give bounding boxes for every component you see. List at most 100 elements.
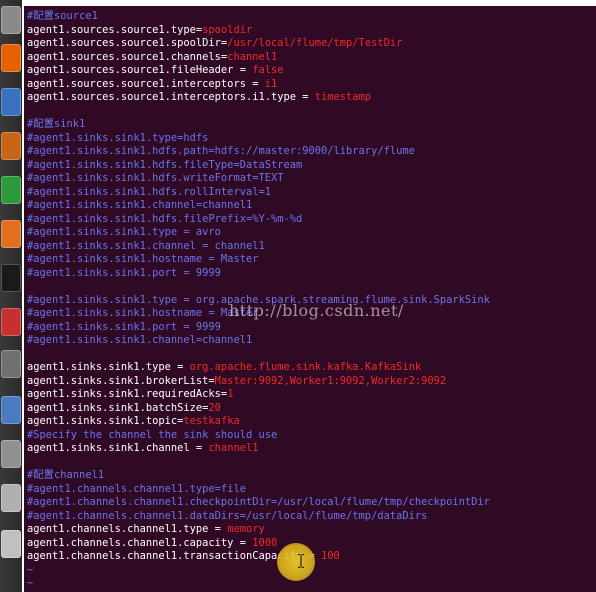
writer-icon[interactable] xyxy=(1,88,21,116)
comment-text: #agent1.sinks.sink1.port = 9999 xyxy=(27,320,221,333)
screen: #配置source1 agent1.sources.source1.type=sp… xyxy=(0,0,596,592)
editor-line[interactable]: #agent1.sinks.sink1.type = avro xyxy=(27,226,593,240)
comment-text: #agent1.channels.channel1.type=file xyxy=(27,482,246,495)
value-text: org.apache.flume.sink.kafka.KafkaSink xyxy=(189,361,422,373)
comment-text: #agent1.sinks.sink1.channel=channel1 xyxy=(27,199,253,211)
editor-line[interactable]: agent1.sinks.sink1.batchSize=20 xyxy=(27,402,593,416)
value-text: 1000 xyxy=(252,536,278,549)
editor-line[interactable]: #agent1.sinks.sink1.hdfs.rollInterval=1 xyxy=(27,186,593,200)
comment-text: #配置sink1 xyxy=(27,118,86,130)
editor-line[interactable]: agent1.sources.source1.type=spooldir xyxy=(27,24,593,38)
editor-line[interactable]: #agent1.channels.channel1.dataDirs=/usr/… xyxy=(27,510,593,524)
firefox-icon[interactable] xyxy=(1,44,21,72)
editor-line[interactable]: agent1.sources.source1.interceptors = i1 xyxy=(27,78,593,92)
tools-icon[interactable] xyxy=(1,350,21,378)
editor-line[interactable]: #agent1.sinks.sink1.hostname = Master xyxy=(27,253,593,267)
editor-line[interactable]: agent1.sinks.sink1.topic=testkafka xyxy=(27,415,593,429)
key-text: agent1.sources.source1.channels= xyxy=(27,50,228,63)
editor-line[interactable]: agent1.sinks.sink1.brokerList=Master:909… xyxy=(27,375,593,389)
editor-line[interactable] xyxy=(27,456,593,470)
comment-text: #agent1.sinks.sink1.channel=channel1 xyxy=(27,334,253,346)
editor-line[interactable]: #配置source1 xyxy=(27,10,593,24)
editor-line[interactable]: #agent1.sinks.sink1.port = 9999 xyxy=(27,267,593,281)
empty-line-marker: ~ xyxy=(27,577,34,589)
editor-line[interactable]: #agent1.channels.channel1.type=file xyxy=(27,483,593,497)
editor-line[interactable]: #agent1.sinks.sink1.channel=channel1 xyxy=(27,199,593,213)
value-text: 1 xyxy=(227,388,234,400)
terminal-icon[interactable] xyxy=(1,264,21,292)
key-text: agent1.sinks.sink1.type = xyxy=(27,361,190,373)
editor-line[interactable]: agent1.sources.source1.channels=channel1 xyxy=(27,51,593,65)
editor-line[interactable]: #配置sink1 xyxy=(27,118,593,132)
terminal-window[interactable]: #配置source1 agent1.sources.source1.type=sp… xyxy=(24,6,596,592)
editor-line[interactable]: ~ xyxy=(27,577,593,591)
comment-text: #agent1.sinks.sink1.hdfs.fileType=DataSt… xyxy=(27,158,303,171)
editor-line[interactable]: #agent1.sinks.sink1.hdfs.filePrefix=%Y-%… xyxy=(27,213,593,227)
key-text: agent1.sources.source1.spoolDir= xyxy=(27,37,228,49)
value-text: 100 xyxy=(321,550,340,562)
key-text: agent1.sinks.sink1.batchSize= xyxy=(27,401,209,414)
value-text: timestamp xyxy=(314,91,372,103)
editor-line[interactable]: #agent1.sinks.sink1.channel = channel1 xyxy=(27,240,593,254)
editor-line[interactable]: agent1.sources.source1.spoolDir=/usr/loc… xyxy=(27,37,593,51)
editor-line[interactable]: agent1.channels.channel1.capacity = 1000 xyxy=(27,537,593,551)
watermark-text: http://blog.csdn.net/ xyxy=(229,301,404,320)
disc-icon[interactable] xyxy=(1,530,21,558)
comment-text: #agent1.sinks.sink1.hostname = Master xyxy=(27,253,259,265)
settings-icon[interactable] xyxy=(1,308,21,336)
key-text: agent1.sinks.sink1.brokerList= xyxy=(27,374,215,387)
key-text: agent1.sinks.sink1.requiredAcks= xyxy=(27,388,228,400)
value-text: false xyxy=(252,64,284,76)
editor-line[interactable] xyxy=(27,105,593,119)
files-icon[interactable] xyxy=(1,6,21,34)
comment-text: #agent1.sinks.sink1.port = 9999 xyxy=(27,266,221,279)
editor-line[interactable] xyxy=(27,348,593,362)
comment-text: #agent1.sinks.sink1.hdfs.path=hdfs://mas… xyxy=(27,145,415,157)
comment-text: #agent1.sinks.sink1.channel = channel1 xyxy=(27,239,265,252)
comment-text: #配置source1 xyxy=(27,10,98,22)
key-text: agent1.sinks.sink1.topic= xyxy=(27,415,184,427)
editor-line[interactable]: agent1.sources.source1.fileHeader = fals… xyxy=(27,64,593,78)
key-text: agent1.sources.source1.type= xyxy=(27,23,203,36)
editor-line[interactable]: agent1.sinks.sink1.requiredAcks=1 xyxy=(27,388,593,402)
editor-line[interactable]: #agent1.sinks.sink1.channel=channel1 xyxy=(27,334,593,348)
remote-icon[interactable] xyxy=(1,396,21,424)
editor-line[interactable]: #agent1.channels.channel1.checkpointDir=… xyxy=(27,496,593,510)
launcher-bar xyxy=(0,0,22,592)
value-text: spooldir xyxy=(202,23,253,36)
comment-text: #agent1.sinks.sink1.type = avro xyxy=(27,226,221,238)
editor-line[interactable]: #agent1.sinks.sink1.hdfs.path=hdfs://mas… xyxy=(27,145,593,159)
comment-text: #Specify the channel the sink should use xyxy=(27,428,278,441)
comment-text: #agent1.sinks.sink1.hostname = Master xyxy=(27,307,259,319)
value-text: 20 xyxy=(208,401,221,414)
editor-line[interactable]: #agent1.sinks.sink1.hdfs.writeFormat=TEX… xyxy=(27,172,593,186)
editor-line[interactable]: agent1.sinks.sink1.channel = channel1 xyxy=(27,442,593,456)
editor-line[interactable] xyxy=(27,280,593,294)
editor-line[interactable]: #Specify the channel the sink should use xyxy=(27,429,593,443)
value-text: /usr/local/flume/tmp/TestDir xyxy=(227,37,403,49)
editor-line[interactable]: agent1.sinks.sink1.type = org.apache.flu… xyxy=(27,361,593,375)
editor-line[interactable]: agent1.channels.channel1.type = memory xyxy=(27,523,593,537)
comment-text: #配置channel1 xyxy=(27,469,105,481)
empty-line-marker: ~ xyxy=(27,563,34,576)
editor-line[interactable]: agent1.sources.source1.interceptors.i1.t… xyxy=(27,91,593,105)
cursor-highlight-circle xyxy=(277,543,315,581)
comment-text: #agent1.sinks.sink1.hdfs.filePrefix=%Y-%… xyxy=(27,212,303,225)
key-text: agent1.sources.source1.interceptors = xyxy=(27,77,265,90)
network-icon[interactable] xyxy=(1,440,21,468)
key-text: agent1.channels.channel1.type = xyxy=(27,523,228,535)
drive-icon[interactable] xyxy=(1,484,21,512)
editor-line[interactable]: #agent1.sinks.sink1.type=hdfs xyxy=(27,132,593,146)
editor-line[interactable]: #agent1.sinks.sink1.hdfs.fileType=DataSt… xyxy=(27,159,593,173)
calc-icon[interactable] xyxy=(1,176,21,204)
comment-text: #agent1.sinks.sink1.hdfs.writeFormat=TEX… xyxy=(27,172,284,184)
key-text: agent1.channels.channel1.capacity = xyxy=(27,536,253,549)
text-cursor-icon xyxy=(298,554,304,568)
value-text: Master:9092,Worker1:9092,Worker2:9092 xyxy=(214,374,447,387)
software-center-icon[interactable] xyxy=(1,220,21,248)
value-text: channel1 xyxy=(227,50,278,63)
editor-line[interactable]: #配置channel1 xyxy=(27,469,593,483)
key-text: agent1.sources.source1.fileHeader = xyxy=(27,64,253,76)
editor-line[interactable]: #agent1.sinks.sink1.port = 9999 xyxy=(27,321,593,335)
impress-icon[interactable] xyxy=(1,132,21,160)
